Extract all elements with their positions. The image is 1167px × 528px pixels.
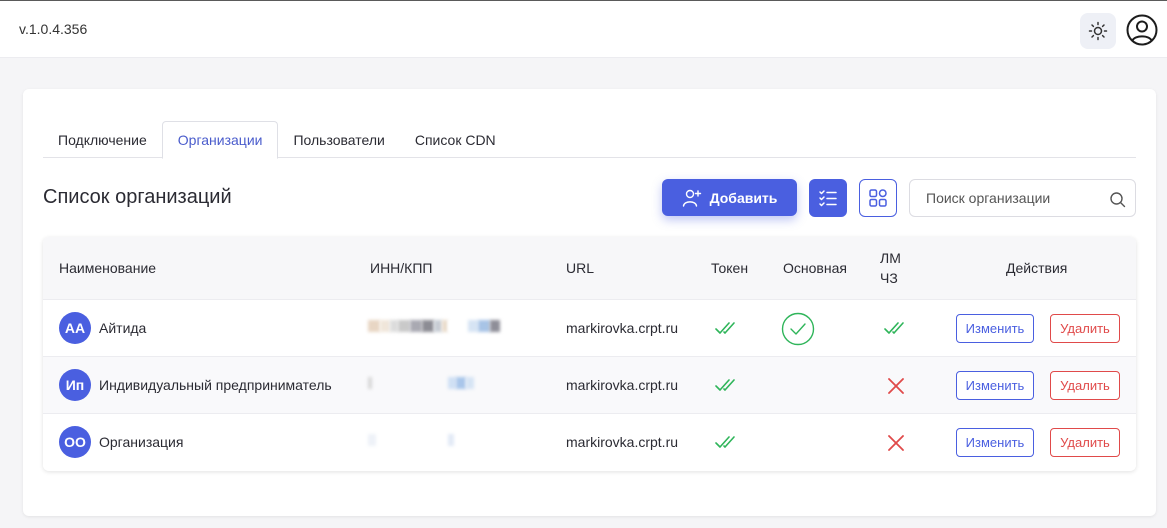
organizations-card: Подключение Организации Пользователи Спи…: [23, 89, 1156, 516]
column-header-lm[interactable]: ЛМ: [880, 250, 901, 266]
add-organization-button[interactable]: Добавить: [662, 179, 797, 216]
edit-button[interactable]: Изменить: [956, 428, 1034, 457]
column-header-main[interactable]: Основная: [783, 260, 847, 276]
organization-url: markirovka.crpt.ru: [566, 320, 679, 336]
table-row[interactable]: Ип Индивидуальный предприниматель markir…: [43, 356, 1136, 413]
sun-icon: [1088, 21, 1108, 41]
column-header-inn[interactable]: ИНН/КПП: [370, 260, 432, 276]
inn-kpp-redacted: [368, 320, 538, 336]
tab-connection[interactable]: Подключение: [43, 121, 162, 158]
grid-icon: [869, 189, 887, 207]
edit-button[interactable]: Изменить: [956, 371, 1034, 400]
add-user-icon: [682, 189, 701, 207]
tab-cdn-list[interactable]: Список CDN: [400, 121, 511, 158]
double-check-icon: [715, 377, 739, 393]
page-title: Список организаций: [43, 186, 232, 208]
column-header-actions: Действия: [1006, 260, 1068, 276]
organization-name: Организация: [99, 434, 184, 450]
delete-button[interactable]: Удалить: [1050, 428, 1120, 457]
edit-button[interactable]: Изменить: [956, 314, 1034, 343]
checklist-icon: [819, 190, 837, 207]
user-menu-button[interactable]: [1125, 13, 1159, 47]
inn-kpp-redacted: [368, 377, 538, 393]
column-header-token[interactable]: Токен: [711, 260, 748, 276]
top-bar: v.1.0.4.356: [0, 1, 1167, 58]
column-header-name[interactable]: Наименование: [59, 260, 156, 276]
avatar: ОО: [59, 426, 91, 458]
avatar: Ип: [59, 369, 91, 401]
grid-view-button[interactable]: [859, 179, 897, 217]
tab-users[interactable]: Пользователи: [278, 121, 399, 158]
table-row[interactable]: АА Айтида markirovka.crpt.ru Изменить Уд…: [43, 299, 1136, 356]
double-check-icon: [715, 434, 739, 450]
avatar: АА: [59, 312, 91, 344]
inn-kpp-redacted: [368, 434, 538, 450]
table-header: Наименование ИНН/КПП URL Токен Основная …: [43, 237, 1136, 299]
organizations-table: Наименование ИНН/КПП URL Токен Основная …: [43, 237, 1136, 471]
column-header-cz[interactable]: ЧЗ: [880, 270, 898, 286]
double-check-icon: [884, 320, 908, 336]
list-view-button[interactable]: [809, 179, 847, 217]
add-button-label: Добавить: [709, 189, 778, 206]
organization-url: markirovka.crpt.ru: [566, 377, 679, 393]
cross-icon: [886, 376, 906, 396]
organization-url: markirovka.crpt.ru: [566, 434, 679, 450]
double-check-icon: [715, 320, 739, 336]
tab-organizations[interactable]: Организации: [161, 121, 279, 159]
column-header-url[interactable]: URL: [566, 260, 594, 276]
check-circle-icon: [781, 312, 815, 346]
app-version: v.1.0.4.356: [19, 21, 88, 37]
user-circle-icon: [1126, 14, 1158, 46]
search-input[interactable]: [926, 190, 1096, 206]
delete-button[interactable]: Удалить: [1050, 314, 1120, 343]
cross-icon: [886, 433, 906, 453]
search-box: [909, 179, 1136, 217]
organization-name: Индивидуальный предприниматель: [99, 377, 332, 393]
tab-bar: Подключение Организации Пользователи Спи…: [43, 121, 1136, 159]
table-row[interactable]: ОО Организация markirovka.crpt.ru Измени…: [43, 413, 1136, 470]
delete-button[interactable]: Удалить: [1050, 371, 1120, 400]
search-icon[interactable]: [1109, 191, 1126, 208]
organization-name: Айтида: [99, 320, 147, 336]
theme-toggle-button[interactable]: [1080, 13, 1116, 49]
